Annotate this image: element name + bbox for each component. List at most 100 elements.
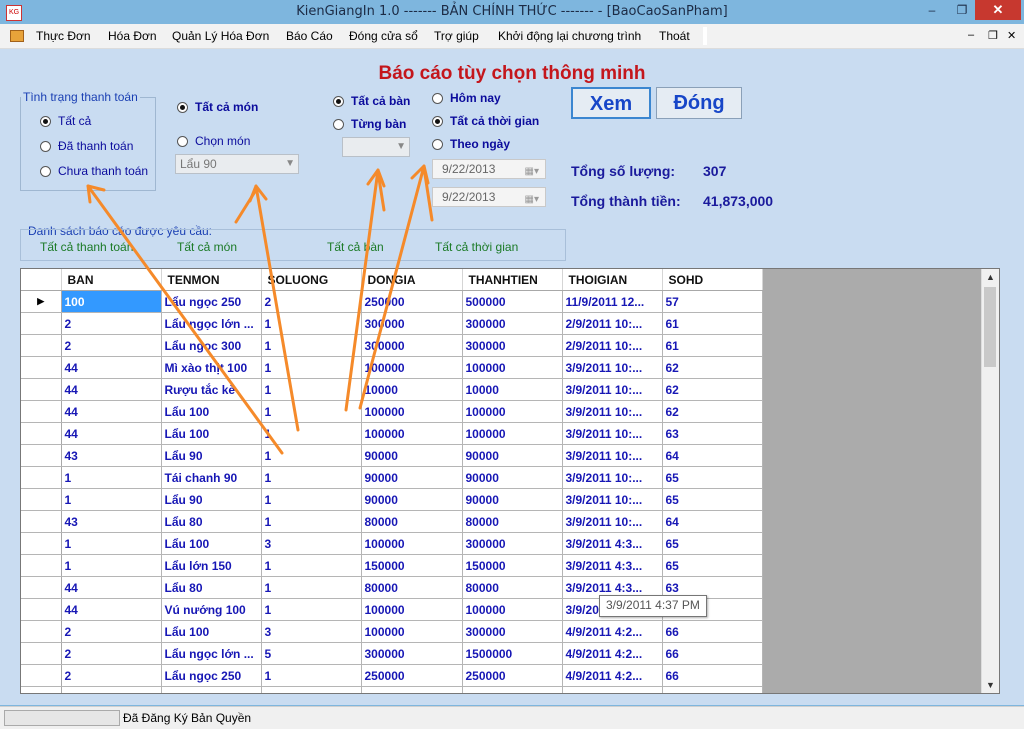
form-icon[interactable] bbox=[10, 30, 24, 42]
radio-today[interactable]: Hôm nay bbox=[432, 91, 501, 105]
cell-thanhtien[interactable]: 10000 bbox=[462, 378, 563, 401]
scroll-down-icon[interactable]: ▼ bbox=[982, 677, 999, 693]
cell-ban[interactable]: 100 bbox=[61, 290, 162, 313]
cell-thoigian[interactable]: 4/9/2011 4:2... bbox=[562, 686, 663, 693]
cell-tenmon[interactable]: Lẩu 100 bbox=[161, 422, 262, 445]
cell-ban[interactable]: 1 bbox=[61, 554, 162, 577]
mdi-close-button[interactable]: ✕ bbox=[1007, 29, 1016, 42]
cell-ban[interactable]: 2 bbox=[61, 642, 162, 665]
cell-soluong[interactable]: 1 bbox=[261, 378, 362, 401]
cell-thoigian[interactable]: 3/9/2011 4:3... bbox=[562, 532, 663, 555]
table-row[interactable]: 43 Lẩu 80 1 80000 80000 3/9/2011 10:... 64 bbox=[21, 510, 763, 533]
cell-ban[interactable]: 43 bbox=[61, 444, 162, 467]
row-header[interactable] bbox=[21, 312, 62, 335]
cell-tenmon[interactable]: Lẩu ngọc lớn ... bbox=[161, 642, 262, 665]
cell-sohd[interactable]: 65 bbox=[662, 532, 763, 555]
cell-thanhtien[interactable]: 250000 bbox=[462, 664, 563, 687]
table-row[interactable]: 2 Lẩu 100 3 100000 300000 4/9/2011 4:2... 66 bbox=[21, 620, 763, 643]
cell-thanhtien[interactable]: 90000 bbox=[462, 466, 563, 489]
cell-dongia[interactable]: 90000 bbox=[361, 488, 463, 511]
row-header[interactable] bbox=[21, 378, 62, 401]
cell-dongia[interactable]: 90000 bbox=[361, 466, 463, 489]
cell-thoigian[interactable]: 3/9/2011 10:... bbox=[562, 378, 663, 401]
cell-thoigian[interactable]: 2/9/2011 10:... bbox=[562, 312, 663, 335]
cell-sohd[interactable]: 65 bbox=[662, 466, 763, 489]
table-row[interactable]: ▶ 100 Lẩu ngọc 250 2 250000 500000 11/9/2011 1… bbox=[21, 290, 763, 313]
table-row[interactable]: 2Xào lăn 80180000800004/9/2011 4:2...66 bbox=[21, 686, 763, 693]
cell-dongia[interactable]: 100000 bbox=[361, 598, 463, 621]
column-header-thoigian[interactable]: THOIGIAN bbox=[562, 269, 663, 291]
cell-tenmon[interactable]: Rượu tắc kè bbox=[161, 378, 262, 401]
cell-ban[interactable]: 2 bbox=[61, 620, 162, 643]
cell-ban[interactable]: 44 bbox=[61, 356, 162, 379]
menu-khoi-dong-lai[interactable]: Khởi động lại chương trình bbox=[498, 29, 641, 43]
dish-select[interactable]: Lẩu 90 ▼ bbox=[175, 154, 299, 174]
table-row[interactable]: 44 Rượu tắc kè 1 10000 10000 3/9/2011 10:... 6… bbox=[21, 378, 763, 401]
cell-dongia[interactable]: 10000 bbox=[361, 378, 463, 401]
cell-ban[interactable]: 1 bbox=[61, 466, 162, 489]
menu-hoa-don[interactable]: Hóa Đơn bbox=[108, 29, 157, 43]
to-date-picker[interactable]: 9/22/2013 ▦▾ bbox=[432, 187, 546, 207]
cell-thanhtien[interactable]: 80000 bbox=[462, 510, 563, 533]
cell-ban[interactable]: 1 bbox=[61, 488, 162, 511]
cell-tenmon[interactable]: Lẩu 100 bbox=[161, 620, 262, 643]
cell-sohd[interactable]: 66 bbox=[662, 620, 763, 643]
row-header[interactable] bbox=[21, 400, 62, 423]
table-row[interactable]: 2 Lẩu ngọc 300 1 300000 300000 2/9/2011 10:..… bbox=[21, 334, 763, 357]
cell-tenmon[interactable]: Lẩu 90 bbox=[161, 444, 262, 467]
menu-quan-ly-hoa-don[interactable]: Quản Lý Hóa Đơn bbox=[172, 29, 269, 43]
cell-sohd[interactable]: 65 bbox=[662, 488, 763, 511]
cell-soluong[interactable]: 1 bbox=[261, 356, 362, 379]
radio-payment-all[interactable]: Tất cả bbox=[40, 114, 91, 128]
scroll-thumb[interactable] bbox=[984, 287, 996, 367]
table-row[interactable]: 2 Lẩu ngọc lớn ... 1 300000 300000 2/9/2011 1… bbox=[21, 312, 763, 335]
cell-thanhtien[interactable]: 300000 bbox=[462, 334, 563, 357]
cell-thanhtien[interactable]: 100000 bbox=[462, 422, 563, 445]
cell-dongia[interactable]: 80000 bbox=[361, 576, 463, 599]
cell-thoigian[interactable]: 3/9/2011 10:... bbox=[562, 466, 663, 489]
column-header-tenmon[interactable]: TENMON bbox=[161, 269, 262, 291]
cell-soluong[interactable]: 1 bbox=[261, 576, 362, 599]
column-header-thanhtien[interactable]: THANHTIEN bbox=[462, 269, 563, 291]
cell-tenmon[interactable]: Lẩu 90 bbox=[161, 488, 262, 511]
cell-dongia[interactable]: 100000 bbox=[361, 620, 463, 643]
minimize-button[interactable]: – bbox=[918, 0, 946, 20]
cell-thanhtien[interactable]: 80000 bbox=[462, 686, 563, 693]
cell-soluong[interactable]: 1 bbox=[261, 664, 362, 687]
cell-soluong[interactable]: 1 bbox=[261, 554, 362, 577]
row-header[interactable] bbox=[21, 598, 62, 621]
grid-vertical-scrollbar[interactable]: ▲ ▼ bbox=[981, 269, 999, 693]
radio-all-dishes[interactable]: Tất cả món bbox=[177, 100, 258, 114]
cell-dongia[interactable]: 100000 bbox=[361, 422, 463, 445]
cell-sohd[interactable]: 66 bbox=[662, 664, 763, 687]
menu-bao-cao[interactable]: Báo Cáo bbox=[286, 29, 333, 43]
cell-thoigian[interactable]: 3/9/2011 10:... bbox=[562, 444, 663, 467]
row-header[interactable] bbox=[21, 356, 62, 379]
row-header[interactable] bbox=[21, 334, 62, 357]
cell-thanhtien[interactable]: 90000 bbox=[462, 444, 563, 467]
row-header[interactable]: ▶ bbox=[21, 290, 62, 313]
menu-thoat[interactable]: Thoát bbox=[659, 29, 690, 43]
cell-dongia[interactable]: 300000 bbox=[361, 312, 463, 335]
radio-payment-unpaid[interactable]: Chưa thanh toán bbox=[40, 164, 148, 178]
cell-dongia[interactable]: 150000 bbox=[361, 554, 463, 577]
row-header[interactable] bbox=[21, 510, 62, 533]
cell-thoigian[interactable]: 3/9/2011 10:... bbox=[562, 356, 663, 379]
cell-sohd[interactable]: 65 bbox=[662, 554, 763, 577]
cell-dongia[interactable]: 300000 bbox=[361, 334, 463, 357]
cell-thanhtien[interactable]: 500000 bbox=[462, 290, 563, 313]
table-row[interactable]: 1 Tái chanh 90 1 90000 90000 3/9/2011 10:... 6… bbox=[21, 466, 763, 489]
cell-tenmon[interactable]: Lẩu 100 bbox=[161, 532, 262, 555]
menu-tro-giup[interactable]: Trợ giúp bbox=[434, 29, 479, 43]
cell-dongia[interactable]: 100000 bbox=[361, 400, 463, 423]
row-header[interactable] bbox=[21, 488, 62, 511]
cell-tenmon[interactable]: Lẩu 100 bbox=[161, 400, 262, 423]
cell-dongia[interactable]: 100000 bbox=[361, 532, 463, 555]
cell-tenmon[interactable]: Lẩu ngọc 250 bbox=[161, 290, 262, 313]
table-select[interactable]: ▼ bbox=[342, 137, 410, 157]
cell-ban[interactable]: 44 bbox=[61, 598, 162, 621]
cell-thanhtien[interactable]: 100000 bbox=[462, 598, 563, 621]
cell-soluong[interactable]: 3 bbox=[261, 620, 362, 643]
cell-thoigian[interactable]: 11/9/2011 12... bbox=[562, 290, 663, 313]
cell-dongia[interactable]: 90000 bbox=[361, 444, 463, 467]
